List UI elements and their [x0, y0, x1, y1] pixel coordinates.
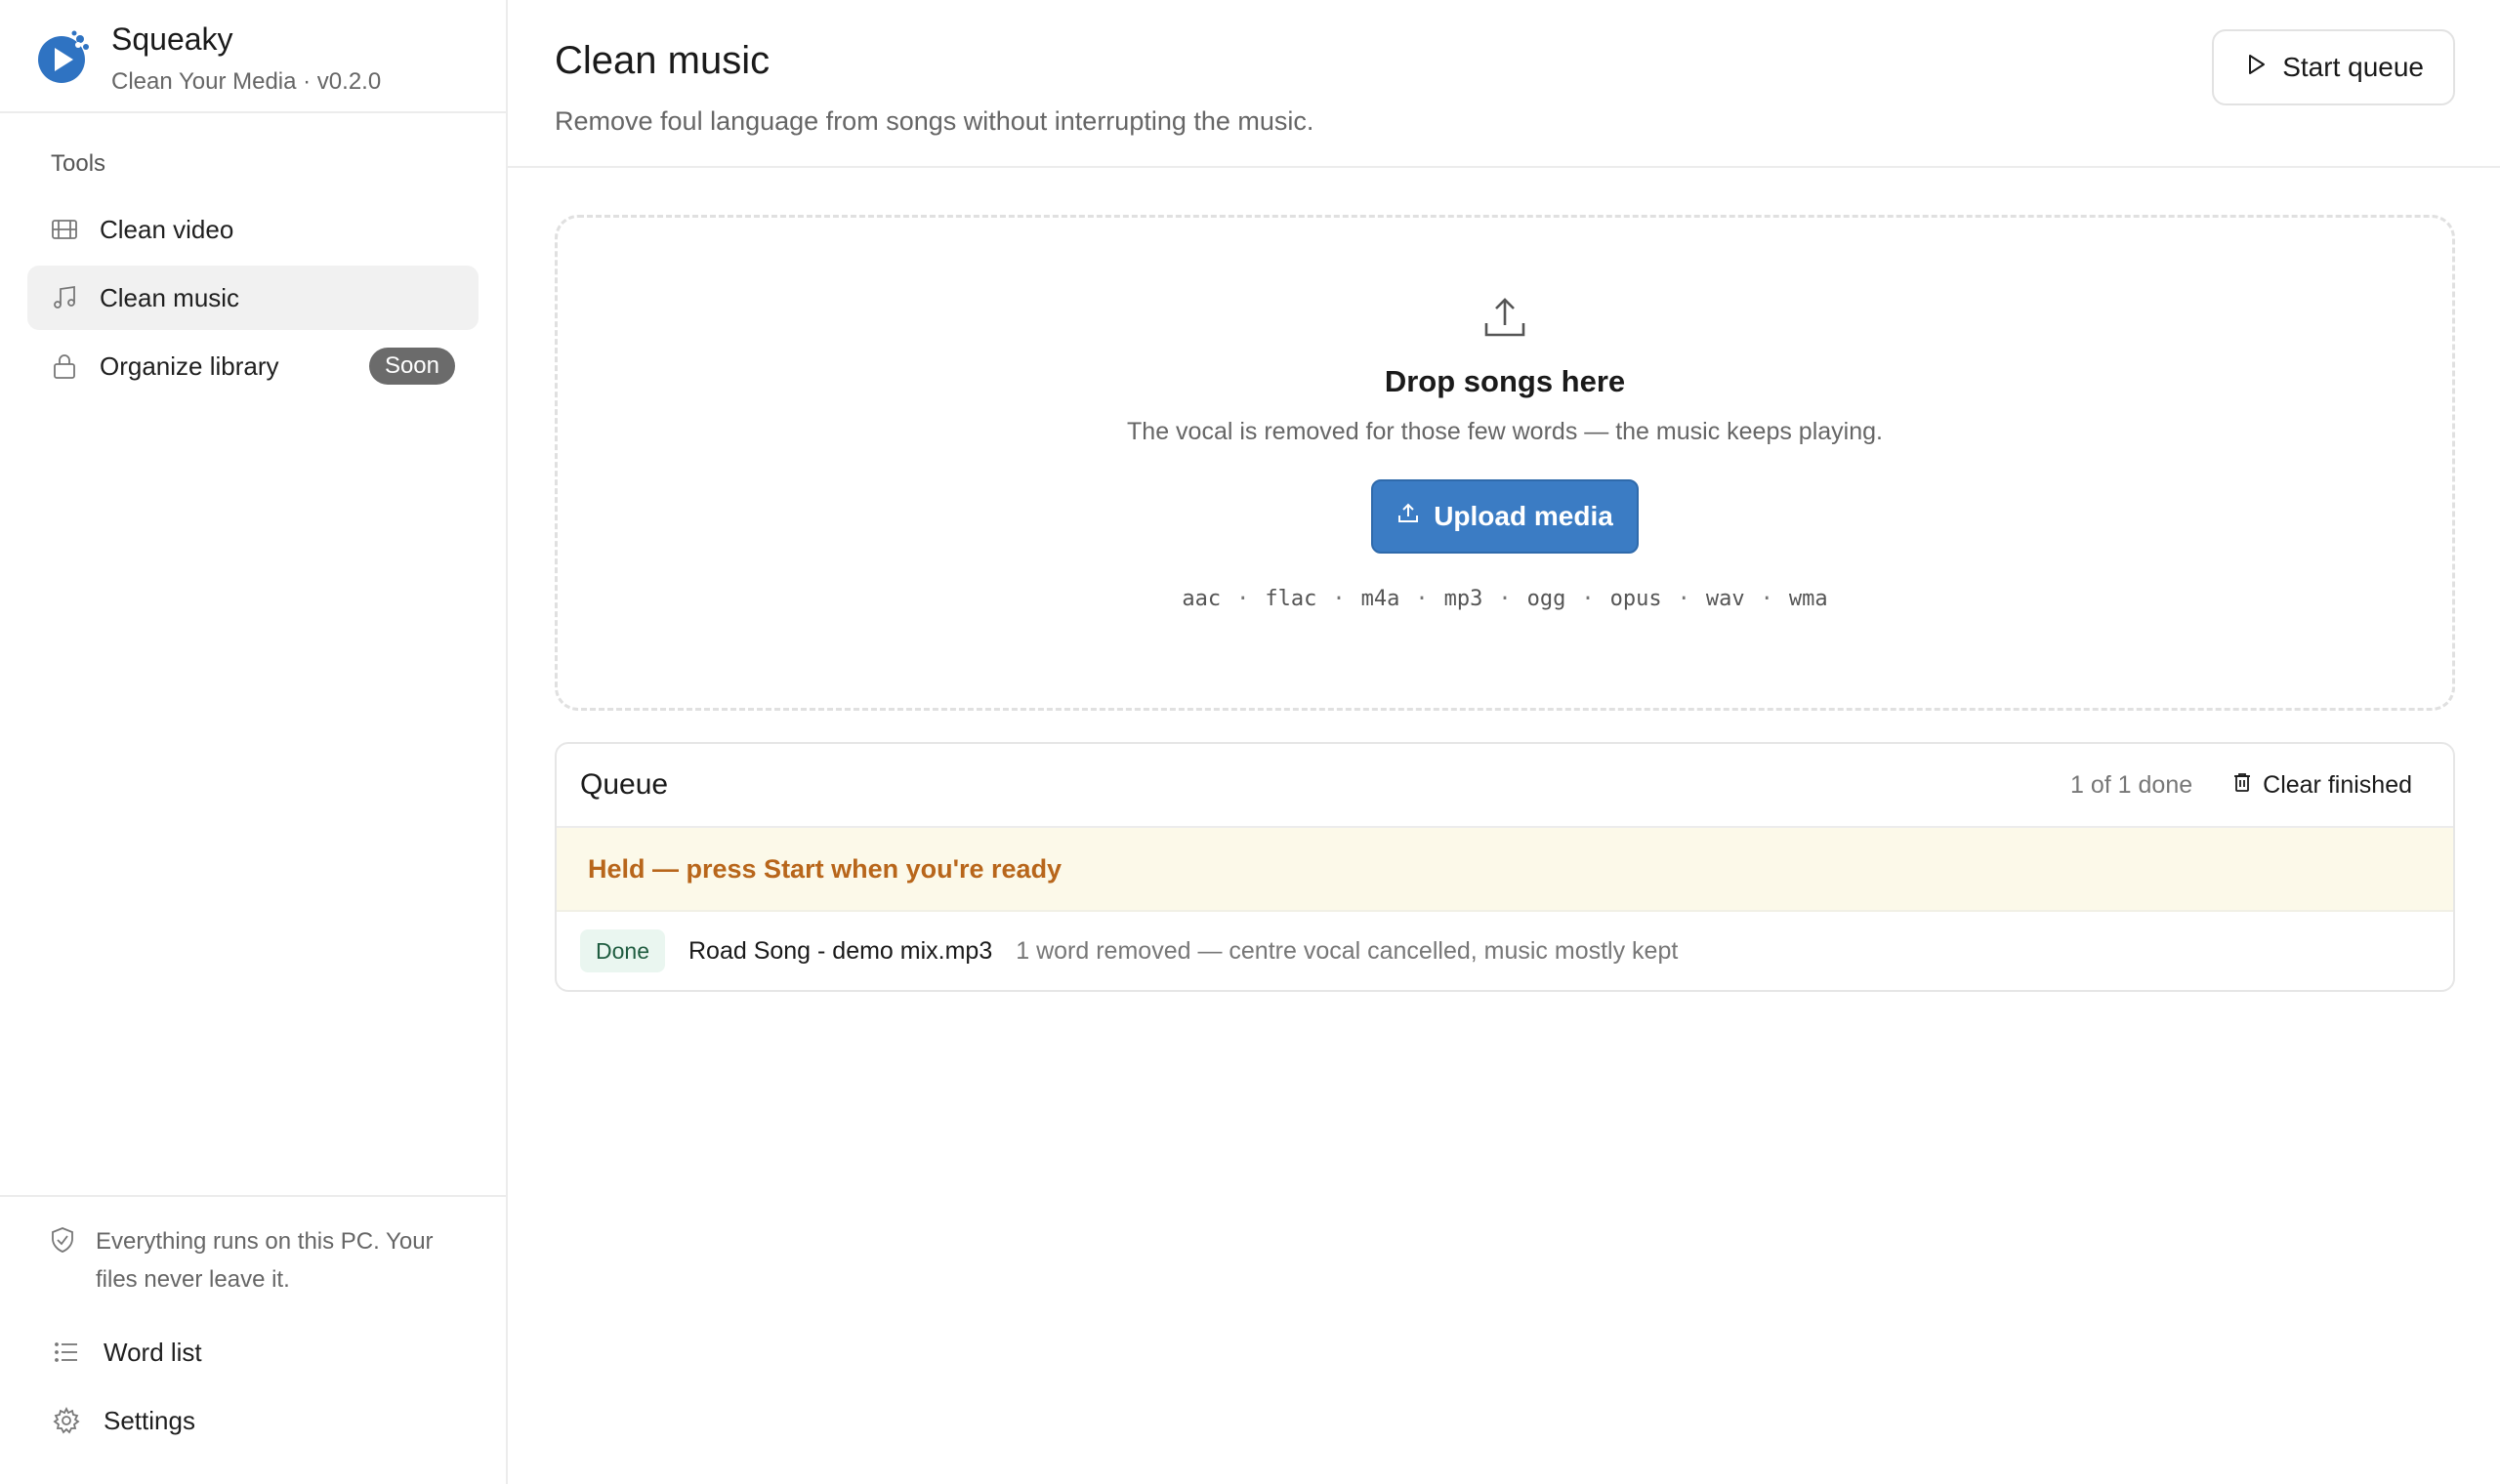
sidebar: Squeaky Clean Your Media · v0.2.0 Tools …: [0, 0, 508, 1484]
sidebar-item-organize-library[interactable]: Organize library Soon: [27, 334, 479, 398]
clear-finished-button[interactable]: Clear finished: [2231, 771, 2432, 800]
shield-check-icon: [49, 1226, 76, 1254]
queue-title: Queue: [580, 768, 669, 801]
queue-header: Queue 1 of 1 done Clear finished: [557, 744, 2453, 828]
list-icon: [53, 1339, 80, 1366]
upload-media-button[interactable]: Upload media: [1371, 479, 1639, 554]
gear-icon: [53, 1407, 80, 1434]
format-flac: flac: [1265, 587, 1317, 611]
page-subtitle: Remove foul language from songs without …: [555, 106, 1314, 136]
file-name: Road Song - demo mix.mp3: [688, 936, 993, 965]
upload-icon: [1484, 298, 1525, 337]
format-aac: aac: [1182, 587, 1222, 611]
app-name: Squeaky: [111, 21, 233, 57]
format-ogg: ogg: [1526, 587, 1566, 611]
format-opus: opus: [1609, 587, 1662, 611]
sidebar-item-label: Organize library: [100, 350, 279, 381]
supported-formats: aac · flac · m4a · mp3 · ogg · opus · wav · wma: [1182, 587, 1828, 611]
format-wav: wav: [1705, 587, 1745, 611]
film-icon: [51, 216, 78, 243]
upload-media-label: Upload media: [1434, 501, 1613, 531]
queue-panel: Queue 1 of 1 done Clear finished Held — …: [555, 742, 2455, 992]
format-mp3: mp3: [1443, 587, 1483, 611]
drop-zone[interactable]: Drop songs here The vocal is removed for…: [555, 215, 2455, 711]
page-header: Clean music Remove foul language from so…: [508, 0, 2500, 168]
start-queue-button[interactable]: Start queue: [2212, 29, 2455, 105]
upload-small-icon: [1396, 501, 1420, 532]
queue-row[interactable]: Done Road Song - demo mix.mp3 1 word rem…: [557, 912, 2453, 990]
drop-description: The vocal is removed for those few words…: [1127, 418, 1883, 445]
lock-icon: [51, 352, 78, 380]
footer-item-label: Settings: [104, 1405, 195, 1435]
file-detail: 1 word removed — centre vocal cancelled,…: [1016, 936, 1679, 965]
content-area: Drop songs here The vocal is removed for…: [508, 168, 2500, 992]
sidebar-item-label: Clean video: [100, 214, 234, 244]
sidebar-item-clean-video[interactable]: Clean video: [27, 197, 479, 262]
play-icon: [2243, 52, 2269, 84]
start-queue-label: Start queue: [2282, 52, 2424, 82]
footer-item-label: Word list: [104, 1337, 202, 1367]
status-badge: Done: [580, 929, 665, 972]
soon-badge: Soon: [368, 348, 455, 385]
music-note-icon: [51, 284, 78, 311]
trash-icon: [2231, 771, 2253, 800]
privacy-note: Everything runs on this PC. Your files n…: [27, 1222, 479, 1298]
format-wma: wma: [1788, 587, 1828, 611]
tools-nav: Tools Clean video Clean music Organize l…: [0, 113, 506, 1195]
format-m4a: m4a: [1360, 587, 1400, 611]
nav-heading-tools: Tools: [51, 150, 106, 177]
clear-finished-label: Clear finished: [2263, 770, 2412, 799]
queue-count: 1 of 1 done: [2070, 770, 2193, 799]
brand-header: Squeaky Clean Your Media · v0.2.0: [0, 0, 506, 113]
app-window: Squeaky Clean Your Media · v0.2.0 Tools …: [0, 0, 2500, 1484]
main-panel: Clean music Remove foul language from so…: [508, 0, 2500, 1484]
sidebar-footer: Everything runs on this PC. Your files n…: [0, 1195, 506, 1484]
sidebar-item-label: Clean music: [100, 282, 240, 312]
sidebar-item-settings[interactable]: Settings: [27, 1386, 479, 1455]
drop-title: Drop songs here: [1384, 364, 1626, 398]
sidebar-item-word-list[interactable]: Word list: [27, 1318, 479, 1386]
app-logo-icon: [38, 30, 89, 83]
held-banner: Held — press Start when you're ready: [557, 828, 2453, 912]
held-message: Held — press Start when you're ready: [588, 853, 1062, 884]
sidebar-item-clean-music[interactable]: Clean music: [27, 266, 479, 330]
app-version: Clean Your Media · v0.2.0: [111, 68, 382, 95]
page-title: Clean music: [555, 39, 771, 82]
privacy-text: Everything runs on this PC. Your files n…: [96, 1228, 434, 1293]
